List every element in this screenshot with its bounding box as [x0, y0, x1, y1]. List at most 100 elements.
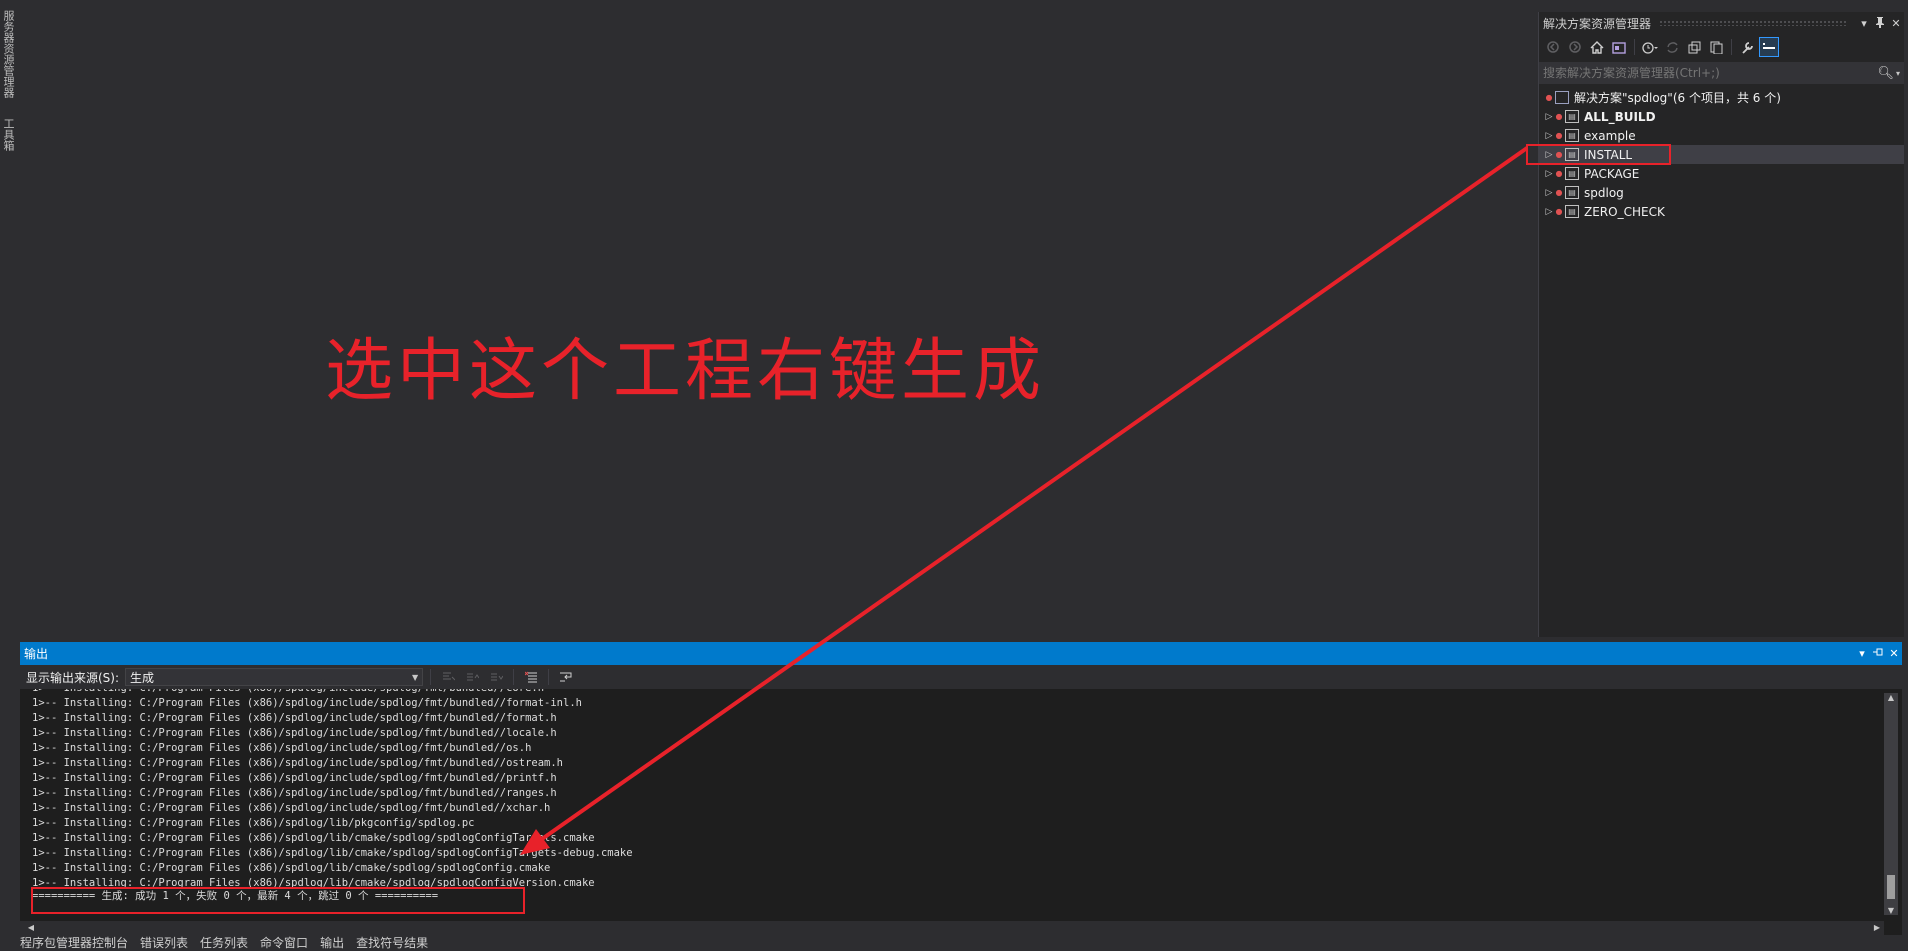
- search-icon[interactable]: 🔍︎: [1877, 66, 1894, 81]
- status-dot-icon: ●: [1555, 207, 1563, 216]
- output-vertical-scrollbar[interactable]: ▲ ▼: [1884, 693, 1898, 915]
- project-label: ALL_BUILD: [1584, 109, 1656, 124]
- tree-project-example[interactable]: ▷ ● ▤ example: [1539, 126, 1904, 145]
- project-icon: ▤: [1565, 110, 1579, 123]
- annotation-box-summary: [31, 887, 525, 914]
- wrench-icon: [1741, 41, 1753, 54]
- output-line: 1>-- Installing: C:/Program Files (x86)/…: [32, 817, 475, 829]
- forward-icon: [1569, 41, 1581, 53]
- clear-all-button[interactable]: [521, 667, 541, 687]
- output-line: 1>-- Installing: C:/Program Files (x86)/…: [32, 689, 633, 696]
- tree-solution-node[interactable]: ● 解决方案"spdlog"(6 个项目，共 6 个): [1539, 88, 1904, 107]
- server-explorer-tab[interactable]: 服务器资源管理器: [1, 10, 15, 98]
- tab-error-list[interactable]: 错误列表: [140, 934, 188, 951]
- output-line: 1>-- Installing: C:/Program Files (x86)/…: [32, 757, 564, 769]
- project-label: spdlog: [1584, 185, 1624, 200]
- scroll-thumb[interactable]: [1887, 875, 1895, 899]
- output-line: 1>-- Installing: C:/Program Files (x86)/…: [32, 697, 582, 709]
- status-dot-icon: ●: [1545, 93, 1553, 102]
- toolbar-separator: [1634, 39, 1635, 55]
- pin-icon: [1876, 16, 1884, 28]
- find-message-button[interactable]: [438, 667, 458, 687]
- annotation-text: 选中这个工程右键生成: [325, 332, 1046, 411]
- close-button[interactable]: ✕: [1886, 647, 1902, 660]
- panel-menu-button[interactable]: ▾: [1854, 647, 1870, 660]
- pin-button[interactable]: [1872, 16, 1888, 31]
- status-dot-icon: ●: [1555, 169, 1563, 178]
- sync-icon: [1666, 41, 1678, 53]
- show-all-files-button[interactable]: [1706, 37, 1726, 57]
- search-input[interactable]: [1543, 66, 1878, 80]
- output-source-select[interactable]: 生成 ▼: [125, 668, 424, 686]
- tab-package-manager-console[interactable]: 程序包管理器控制台: [20, 934, 128, 951]
- scroll-down-icon[interactable]: ▼: [1884, 906, 1898, 915]
- tree-project-package[interactable]: ▷ ● ▤ PACKAGE: [1539, 164, 1904, 183]
- back-button[interactable]: [1543, 37, 1563, 57]
- chevron-down-icon: ▼: [411, 672, 419, 682]
- sync-button[interactable]: [1662, 37, 1682, 57]
- collapse-all-button[interactable]: [1684, 37, 1704, 57]
- output-line: 1>-- Installing: C:/Program Files (x86)/…: [32, 712, 557, 724]
- tab-command-window[interactable]: 命令窗口: [260, 934, 308, 951]
- find-message-icon: [442, 672, 455, 681]
- output-line: 1>-- Installing: C:/Program Files (x86)/…: [32, 727, 557, 739]
- tree-project-spdlog[interactable]: ▷ ● ▤ spdlog: [1539, 183, 1904, 202]
- solution-explorer-search[interactable]: 🔍︎ ▾: [1539, 62, 1904, 84]
- word-wrap-button[interactable]: [556, 667, 576, 687]
- solution-explorer-panel: 解决方案资源管理器 ▾ ✕ 搜索解决方案资源管理器(Ctrl+;) 🔍︎ ▾ ●…: [1538, 12, 1904, 637]
- project-label: ZERO_CHECK: [1584, 204, 1665, 219]
- output-line: 1>-- Installing: C:/Program Files (x86)/…: [32, 772, 557, 784]
- solution-explorer-titlebar: 解决方案资源管理器 ▾ ✕: [1539, 12, 1904, 34]
- properties-button[interactable]: [1737, 37, 1757, 57]
- expand-arrow-icon[interactable]: ▷: [1543, 188, 1555, 198]
- panel-menu-button[interactable]: ▾: [1856, 17, 1872, 30]
- back-icon: [1547, 41, 1559, 53]
- scroll-right-icon[interactable]: ▶: [1870, 921, 1884, 935]
- project-label: example: [1584, 128, 1636, 143]
- tab-output[interactable]: 输出: [320, 934, 344, 951]
- output-horizontal-scrollbar[interactable]: ◀ ▶: [20, 921, 1884, 935]
- prev-message-icon: [466, 673, 479, 681]
- solution-icon: [1555, 91, 1569, 104]
- tree-project-zero-check[interactable]: ▷ ● ▤ ZERO_CHECK: [1539, 202, 1904, 221]
- annotation-box-install: [1526, 144, 1671, 165]
- word-wrap-icon: [560, 672, 572, 682]
- output-titlebar: 输出 ▾ ✕: [20, 642, 1902, 665]
- clear-all-icon: [524, 671, 537, 683]
- preview-selected-items-button[interactable]: [1759, 37, 1779, 57]
- solution-label: 解决方案"spdlog"(6 个项目，共 6 个): [1574, 91, 1781, 105]
- output-lines: 1>-- Installing: C:/Program Files (x86)/…: [32, 689, 633, 891]
- close-button[interactable]: ✕: [1888, 17, 1904, 30]
- status-dot-icon: ●: [1555, 131, 1563, 140]
- project-icon: ▤: [1565, 186, 1579, 199]
- tree-project-all-build[interactable]: ▷ ● ▤ ALL_BUILD: [1539, 107, 1904, 126]
- toolbox-tab[interactable]: 工具箱: [1, 118, 15, 151]
- solution-explorer-title: 解决方案资源管理器: [1543, 16, 1652, 31]
- expand-arrow-icon[interactable]: ▷: [1543, 207, 1555, 217]
- expand-arrow-icon[interactable]: ▷: [1543, 131, 1555, 141]
- output-toolbar: 显示输出来源(S): 生成 ▼: [20, 665, 1902, 689]
- pin-icon: [1873, 648, 1883, 656]
- project-icon: ▤: [1565, 167, 1579, 180]
- output-line: 1>-- Installing: C:/Program Files (x86)/…: [32, 862, 551, 874]
- home-button[interactable]: [1587, 37, 1607, 57]
- prev-message-button[interactable]: [462, 667, 482, 687]
- scroll-left-icon[interactable]: ◀: [24, 921, 38, 935]
- expand-arrow-icon[interactable]: ▷: [1543, 169, 1555, 179]
- show-all-files-icon: [1710, 41, 1722, 54]
- search-options-icon[interactable]: ▾: [1896, 69, 1900, 78]
- expand-arrow-icon[interactable]: ▷: [1543, 112, 1555, 122]
- forward-button[interactable]: [1565, 37, 1585, 57]
- pin-button[interactable]: [1870, 647, 1886, 660]
- switch-views-button[interactable]: [1609, 37, 1629, 57]
- toolbar-separator: [548, 669, 550, 685]
- next-message-button[interactable]: [486, 667, 506, 687]
- bottom-tool-tabs: 程序包管理器控制台 错误列表 任务列表 命令窗口 输出 查找符号结果: [0, 935, 1908, 950]
- tab-find-symbol-results[interactable]: 查找符号结果: [356, 934, 428, 951]
- status-dot-icon: ●: [1555, 188, 1563, 197]
- next-message-icon: [490, 673, 503, 681]
- pending-changes-button[interactable]: [1640, 37, 1660, 57]
- status-dot-icon: ●: [1555, 112, 1563, 121]
- scroll-up-icon[interactable]: ▲: [1884, 693, 1898, 702]
- tab-task-list[interactable]: 任务列表: [200, 934, 248, 951]
